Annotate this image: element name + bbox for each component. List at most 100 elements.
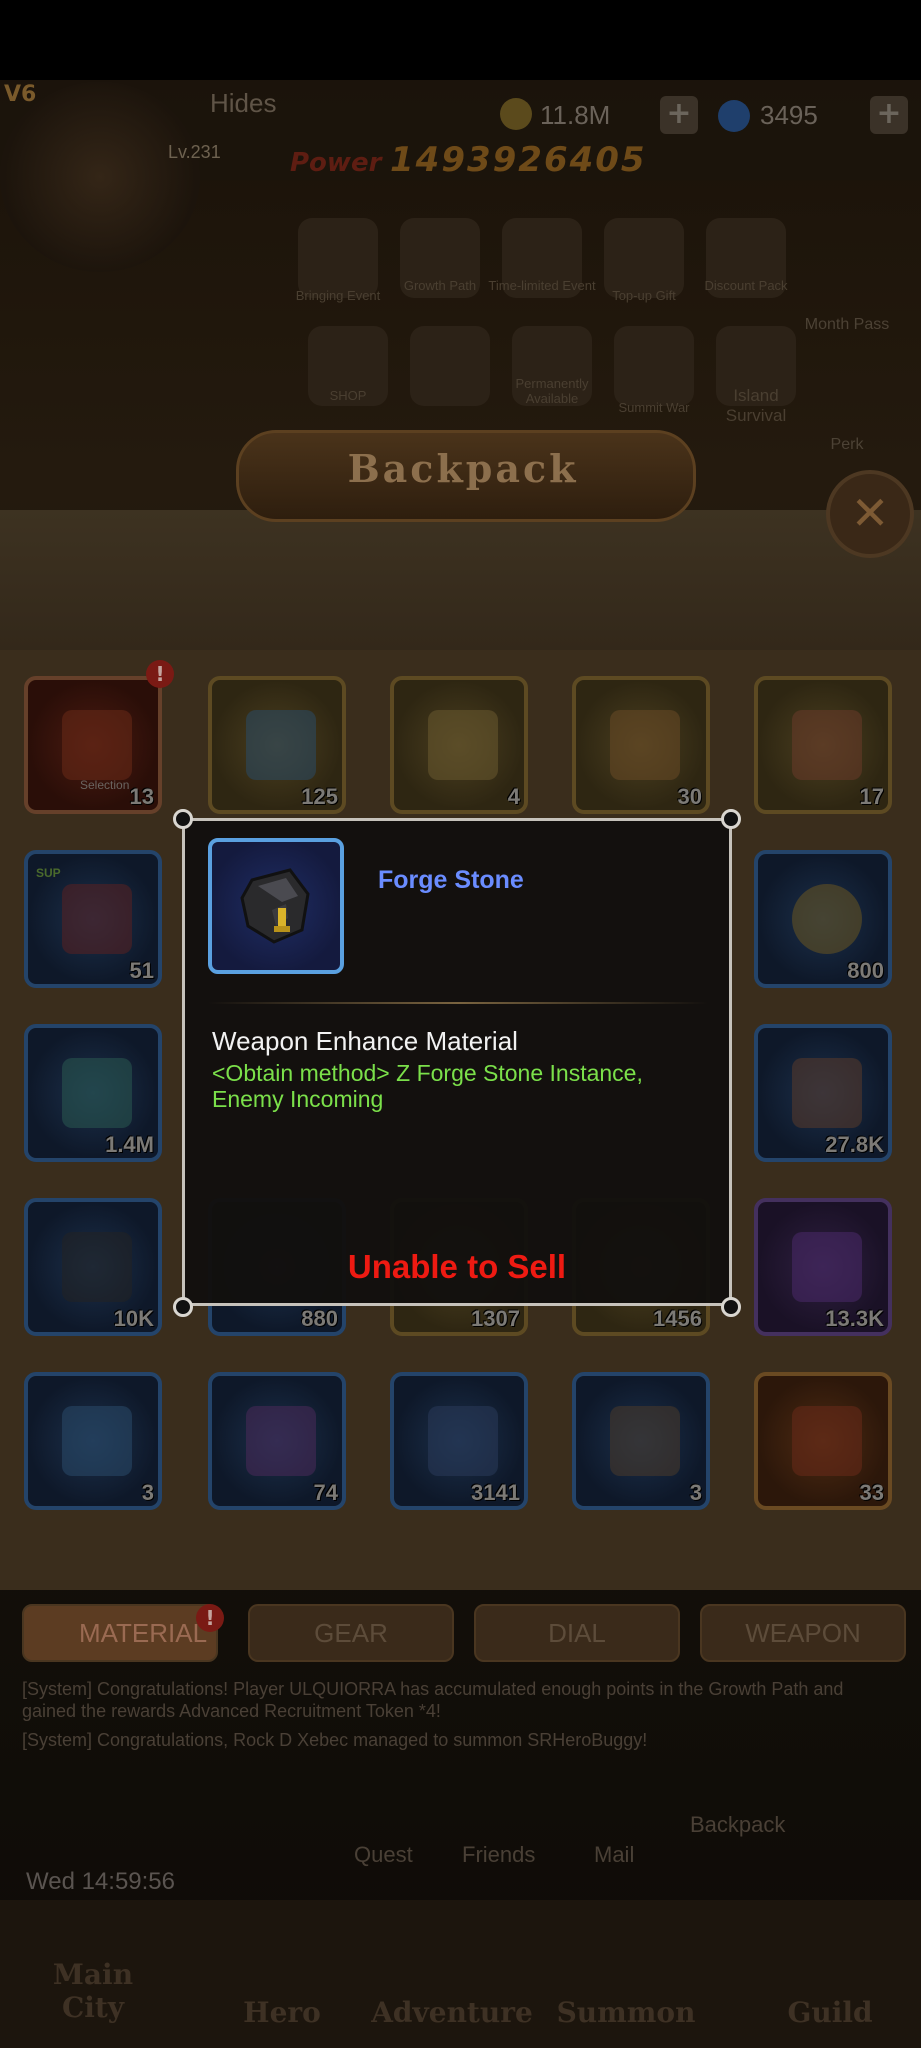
item-slot[interactable]: 10K — [24, 1198, 162, 1336]
tooltip-corner — [173, 1297, 193, 1317]
ticket-icon — [428, 710, 498, 780]
system-message: [System] Congratulations! Player ULQUIOR… — [22, 1679, 844, 1721]
tooltip-item-name: Forge Stone — [378, 866, 524, 894]
tab-label: GEAR — [314, 1618, 388, 1648]
item-count: 13 — [129, 784, 154, 809]
puzzle-icon — [792, 710, 862, 780]
tooltip-item-type: Weapon Enhance Material — [212, 1026, 518, 1056]
item-count: 125 — [301, 784, 338, 809]
close-button[interactable]: ✕ — [826, 470, 914, 558]
quest-button[interactable]: Quest — [354, 1842, 413, 1868]
event-label: SHOP — [329, 388, 367, 403]
player-name: Hides — [210, 88, 277, 118]
item-count: 4 — [507, 784, 520, 809]
item-slot[interactable]: 3 — [572, 1372, 710, 1510]
tab-gear[interactable]: GEAR — [248, 1604, 454, 1662]
month-pass-label[interactable]: Month Pass — [802, 316, 892, 334]
item-slot[interactable]: Selection 13 — [24, 676, 162, 814]
nav-summon[interactable]: Summon — [556, 1996, 696, 2029]
tab-material[interactable]: MATERIAL — [22, 1604, 218, 1662]
item-count: 10K — [113, 1306, 154, 1331]
tooltip-divider — [208, 1002, 708, 1004]
item-slot[interactable]: SUP 51 — [24, 850, 162, 988]
item-slot[interactable]: 74 — [208, 1372, 346, 1510]
item-slot[interactable]: 3141 — [390, 1372, 528, 1510]
forge-stone-icon — [240, 868, 310, 944]
status-bar — [0, 0, 921, 80]
item-slot[interactable]: 33 — [754, 1372, 892, 1510]
tab-weapon[interactable]: WEAPON — [700, 1604, 906, 1662]
item-slot[interactable]: 17 — [754, 676, 892, 814]
item-slot[interactable]: 13.3K — [754, 1198, 892, 1336]
card-icon — [792, 1058, 862, 1128]
item-slot[interactable]: 1.4M — [24, 1024, 162, 1162]
item-slot[interactable]: 3 — [24, 1372, 162, 1510]
event-label: Discount Pack — [704, 278, 788, 293]
item-count: 880 — [301, 1306, 338, 1331]
tab-label: DIAL — [548, 1618, 606, 1648]
item-slot[interactable]: 800 — [754, 850, 892, 988]
mail-button[interactable]: Mail — [594, 1842, 634, 1868]
event-label: Island Survival — [725, 386, 787, 425]
coin-icon — [792, 884, 862, 954]
tooltip-obtain-method: <Obtain method> Z Forge Stone Instance, … — [212, 1060, 643, 1112]
item-slot[interactable]: 125 — [208, 676, 346, 814]
spyglass-icon — [610, 1406, 680, 1476]
item-count: 3 — [141, 1480, 154, 1505]
power-value: 1493926405 — [390, 140, 647, 180]
item-count: 17 — [859, 784, 884, 809]
item-slot[interactable]: 4 — [390, 676, 528, 814]
perk-label[interactable]: Perk — [802, 436, 892, 454]
tab-dial[interactable]: DIAL — [474, 1604, 680, 1662]
nav-main-city[interactable]: Main City — [18, 1958, 168, 2024]
card-icon — [792, 1232, 862, 1302]
player-avatar[interactable] — [0, 82, 200, 272]
backpack-button[interactable]: Backpack — [690, 1812, 785, 1838]
potion-icon — [62, 884, 132, 954]
nav-guild[interactable]: Guild — [770, 1996, 890, 2029]
add-gem-button[interactable]: + — [870, 96, 908, 134]
item-slot[interactable]: 30 — [572, 676, 710, 814]
slot-label: Selection — [80, 778, 130, 792]
exp-book-icon — [62, 1058, 132, 1128]
gem-amount: 3495 — [760, 100, 818, 130]
friends-button[interactable]: Friends — [462, 1842, 535, 1868]
vip-level: V6 — [4, 82, 37, 107]
item-slot[interactable]: 27.8K — [754, 1024, 892, 1162]
ticket-icon — [610, 710, 680, 780]
tooltip-corner — [721, 809, 741, 829]
tab-label: MATERIAL — [78, 1618, 208, 1648]
forge-stone-icon — [62, 1232, 132, 1302]
event-icon[interactable] — [604, 218, 684, 298]
book-icon — [62, 1406, 132, 1476]
gem-icon — [718, 100, 750, 132]
power-label: Power — [290, 148, 382, 178]
backpack-panel-header — [0, 510, 921, 650]
syringe-icon — [246, 1406, 316, 1476]
notification-badge: ! — [196, 1604, 224, 1632]
item-count: 13.3K — [825, 1306, 884, 1331]
player-level: Lv.231 — [168, 142, 221, 162]
item-count: 3141 — [471, 1480, 520, 1505]
event-label: Bringing Event — [295, 288, 381, 303]
add-gold-button[interactable]: + — [660, 96, 698, 134]
notification-badge: ! — [146, 660, 174, 688]
ur-selection-icon — [62, 710, 132, 780]
event-label: Summit War — [618, 400, 690, 415]
tab-label: WEAPON — [745, 1618, 861, 1648]
item-count: 51 — [129, 958, 154, 983]
item-count: 74 — [313, 1480, 338, 1505]
nav-adventure[interactable]: Adventure — [362, 1996, 542, 2029]
tooltip-corner — [721, 1297, 741, 1317]
ore-icon — [428, 1406, 498, 1476]
item-count: 3 — [689, 1480, 702, 1505]
item-count: 1.4M — [105, 1132, 154, 1157]
item-count: 27.8K — [825, 1132, 884, 1157]
event-icon[interactable] — [298, 218, 378, 298]
ticket-icon — [246, 710, 316, 780]
event-icon[interactable] — [614, 326, 694, 406]
nav-hero[interactable]: Hero — [222, 1996, 342, 2029]
event-icon[interactable] — [410, 326, 490, 406]
item-count: 1307 — [471, 1306, 520, 1331]
clock: Wed 14:59:56 — [26, 1868, 176, 1895]
